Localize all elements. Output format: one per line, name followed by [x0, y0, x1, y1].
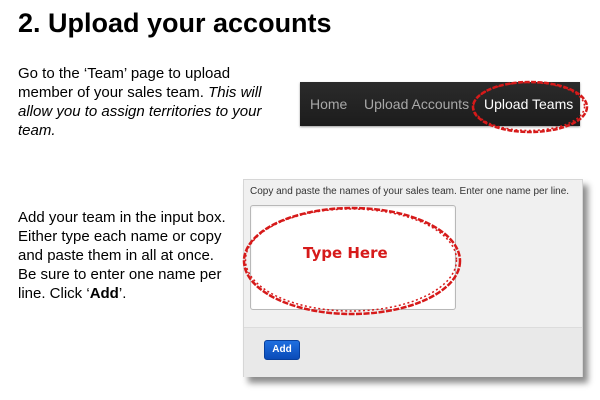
step-text-end: ’. [118, 285, 127, 302]
intro-text-plain: Go to the ‘Team’ page to upload member o… [18, 65, 231, 101]
form-instruction: Copy and paste the names of your sales t… [250, 186, 570, 197]
type-here-annotation: Type Here [303, 244, 388, 262]
step-text-add: Add [89, 285, 119, 302]
nav-item-home[interactable]: Home [310, 82, 347, 126]
add-button[interactable]: Add [264, 340, 300, 360]
page-heading: 2. Upload your accounts [18, 8, 332, 38]
nav-item-upload-accounts[interactable]: Upload Accounts [364, 82, 469, 126]
upload-teams-panel: Copy and paste the names of your sales t… [243, 179, 583, 377]
step-instructions: Add your team in the input box. Either t… [18, 208, 236, 303]
top-navbar: Home Upload Accounts Upload Teams [300, 82, 580, 126]
nav-item-upload-teams[interactable]: Upload Teams [484, 82, 573, 126]
form-footer: Add [244, 327, 582, 377]
intro-text: Go to the ‘Team’ page to upload member o… [18, 64, 286, 140]
